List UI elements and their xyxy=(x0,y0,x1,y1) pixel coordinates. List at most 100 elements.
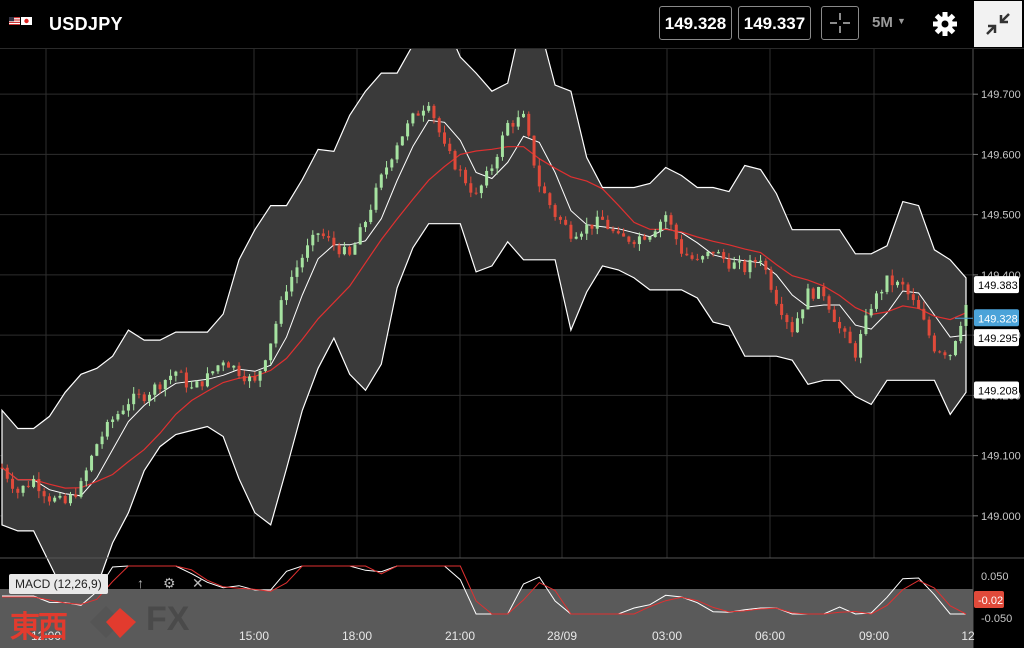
candle-body xyxy=(943,352,947,356)
candle-body xyxy=(606,219,610,229)
macd-tick-label: 0.050 xyxy=(981,571,1009,583)
candle-body xyxy=(553,205,557,217)
candle-body xyxy=(479,185,483,194)
candle-body xyxy=(780,303,784,316)
candle-body xyxy=(495,156,499,169)
price-tag-label: 149.208 xyxy=(978,386,1018,398)
candle-body xyxy=(827,296,831,310)
macd-indicator-label[interactable]: MACD (12,26,9) xyxy=(9,574,108,594)
candle-body xyxy=(548,193,552,206)
candle-body xyxy=(448,143,452,152)
price-tick-label: 149.500 xyxy=(981,210,1021,222)
candle-body xyxy=(300,257,304,268)
candle-body xyxy=(306,245,310,258)
candle-body xyxy=(295,267,299,277)
time-label: 09:00 xyxy=(859,629,889,643)
collapse-button[interactable] xyxy=(974,1,1022,47)
candle-body xyxy=(680,239,684,254)
candle-body xyxy=(648,237,652,240)
candle-body xyxy=(769,269,773,290)
candle-body xyxy=(369,209,373,223)
candle-body xyxy=(311,234,315,246)
candle-body xyxy=(953,341,957,356)
candle-body xyxy=(732,262,736,269)
candle-body xyxy=(26,485,30,487)
candle-body xyxy=(500,135,504,157)
candle-body xyxy=(927,319,931,336)
candle-body xyxy=(527,113,531,136)
candle-body xyxy=(390,159,394,168)
gear-icon[interactable]: ⚙ xyxy=(163,575,176,592)
time-label: 12 xyxy=(961,629,975,643)
candle-body xyxy=(163,380,167,390)
candle-body xyxy=(579,233,583,237)
candle-body xyxy=(190,387,194,389)
candle-body xyxy=(474,192,478,194)
gear-icon[interactable] xyxy=(930,9,960,39)
time-label: 15:00 xyxy=(239,629,269,643)
candle-body xyxy=(32,478,36,487)
candle-body xyxy=(637,236,641,245)
candle-body xyxy=(595,216,599,229)
candle-body xyxy=(722,252,726,259)
candle-body xyxy=(706,251,710,257)
symbol-title[interactable]: USDJPY xyxy=(49,14,123,35)
candle-body xyxy=(332,237,336,246)
candle-body xyxy=(337,245,341,255)
candle-body xyxy=(253,376,257,381)
price-chart[interactable]: 149.700149.600149.500149.400149.300149.2… xyxy=(0,49,1024,648)
candle-body xyxy=(964,304,968,326)
candle-body xyxy=(611,228,615,232)
crosshair-button[interactable] xyxy=(821,6,859,40)
price-tag-label: 149.383 xyxy=(978,280,1018,292)
candle-body xyxy=(759,260,763,262)
candle-body xyxy=(848,331,852,344)
price-tag-label: 149.295 xyxy=(978,333,1018,345)
candle-body xyxy=(896,281,900,286)
candle-body xyxy=(437,118,441,133)
candle-body xyxy=(685,253,689,256)
candle-body xyxy=(258,370,262,381)
ask-price-button[interactable]: 149.337 xyxy=(738,6,811,40)
candle-body xyxy=(690,255,694,259)
candle-body xyxy=(411,113,415,124)
candle-body xyxy=(327,236,331,238)
logo-fx: FX xyxy=(146,600,190,638)
candle-body xyxy=(806,288,810,310)
candle-body xyxy=(716,252,720,254)
candle-body xyxy=(653,231,657,238)
candle-body xyxy=(938,351,942,353)
candle-body xyxy=(737,261,741,263)
candle-body xyxy=(5,467,9,479)
candle-body xyxy=(16,488,20,493)
candle-body xyxy=(643,236,647,240)
candle-body xyxy=(53,497,57,502)
time-label: 06:00 xyxy=(755,629,785,643)
candle-body xyxy=(832,309,836,322)
candle-body xyxy=(137,393,141,395)
candle-body xyxy=(400,136,404,146)
close-icon[interactable]: ✕ xyxy=(192,575,204,592)
candle-body xyxy=(174,371,178,376)
candle-body xyxy=(37,478,41,492)
timeframe-dropdown[interactable]: 5M ▼ xyxy=(872,14,906,31)
candle-body xyxy=(558,216,562,220)
candle-body xyxy=(348,246,352,255)
collapse-icon xyxy=(986,13,1010,35)
time-label: 21:00 xyxy=(445,629,475,643)
candle-body xyxy=(585,224,589,234)
candle-body xyxy=(822,286,826,297)
candle-body xyxy=(658,221,662,232)
candle-body xyxy=(111,419,115,423)
price-tick-label: 149.600 xyxy=(981,149,1021,161)
candle-body xyxy=(90,455,94,471)
candle-body xyxy=(100,436,104,445)
candle-body xyxy=(211,371,215,374)
candle-body xyxy=(959,325,963,342)
bid-price-button[interactable]: 149.328 xyxy=(659,6,732,40)
candle-body xyxy=(811,288,815,299)
arrow-up-icon[interactable]: ↑ xyxy=(137,575,144,591)
candle-body xyxy=(853,343,857,358)
candle-body xyxy=(743,261,747,273)
candle-body xyxy=(63,495,67,504)
